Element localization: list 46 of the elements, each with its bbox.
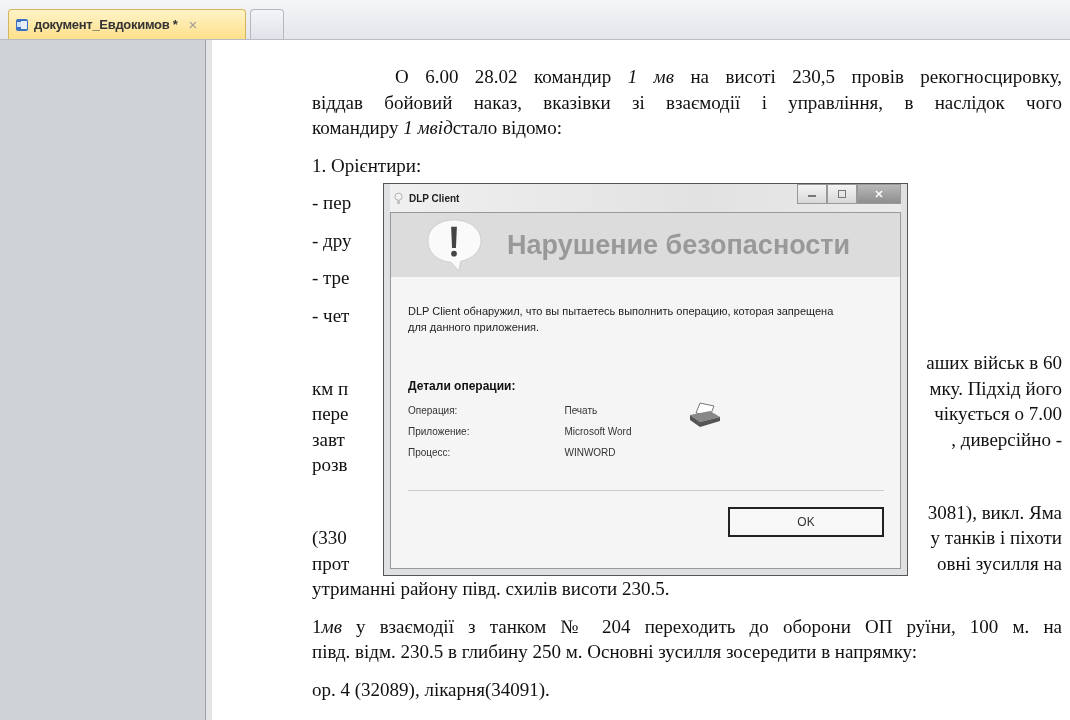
text-line: 1. Орієнтири:: [312, 153, 423, 178]
text-fragment: , диверсійно -: [951, 427, 1062, 452]
text-fragment: - пер: [312, 191, 352, 215]
message-text: DLP Client обнаружил, что вы пытаетесь выполнить операцию, которая запрещена для данного приложения.: [408, 304, 835, 335]
text-fragment: 3081), викл. Яма: [927, 500, 1062, 525]
text-line: віддав бойовий наказ, вказівки зі взаємодії і управління, в наслідок чого: [312, 90, 1062, 115]
detail-label: Процесс:: [408, 447, 452, 458]
text-fragment: км п: [312, 376, 349, 401]
text-fragment: чікується о 7.00: [934, 402, 1062, 426]
app-icon: [394, 191, 403, 205]
details-title: Детали операции:: [408, 379, 517, 393]
minimize-button[interactable]: [797, 184, 827, 204]
text-line: О 6.00 28.02 командир 1 мв на висоті 230,5 провів рекогносцировку,: [394, 65, 1062, 89]
text-line: ор. 4 (32089), лікарня(34091).: [312, 677, 551, 702]
text-fragment: завт: [312, 427, 345, 452]
document-icon: [15, 17, 29, 32]
text-fragment: мку. Підхід його: [929, 376, 1062, 401]
text-fragment: аших військ в 60: [926, 351, 1062, 375]
ok-button[interactable]: OK: [728, 507, 884, 537]
text-fragment: прот: [312, 551, 350, 576]
close-icon: [874, 189, 884, 199]
detail-label: Приложение:: [408, 426, 470, 437]
text-fragment: - тре: [312, 266, 350, 290]
text-fragment: - чет: [312, 303, 350, 328]
text-line: 1мв у взаємодії з танком № 204 переходить до оборони ОП руїни, 100 м. на: [312, 614, 1062, 639]
maximize-button[interactable]: [827, 184, 857, 204]
text-line: командиру 1 мвідстало відомо:: [312, 116, 563, 140]
close-button[interactable]: [857, 184, 901, 204]
text-fragment: овні зусилля на: [937, 551, 1062, 576]
maximize-icon: [837, 189, 847, 199]
detail-value: Печать: [564, 405, 599, 416]
window-title: DLP Client: [409, 192, 460, 204]
detail-label: Операция:: [408, 405, 459, 416]
document-tab[interactable]: документ_Евдокимов * ×: [8, 9, 246, 39]
text-fragment: у танків і піхоти: [930, 526, 1062, 550]
text-line: півд. відм. 230.5 в глибину 250 м. Основні зусилля зосередити в напрямку:: [312, 640, 919, 664]
text-line: утриманні району півд. схилів висоти 230.5.: [312, 577, 671, 601]
detail-value: WINWORD: [564, 447, 617, 458]
dialog-heading: Нарушение безопасности: [507, 229, 851, 261]
text-fragment: (330: [312, 526, 347, 550]
detail-value: Microsoft Word: [564, 426, 632, 437]
text-fragment: пере: [312, 402, 349, 426]
text-fragment: - дру: [312, 228, 352, 253]
printer-icon: [687, 401, 722, 429]
warning-bubble-icon: [425, 218, 483, 272]
text-fragment: розв: [312, 453, 348, 477]
